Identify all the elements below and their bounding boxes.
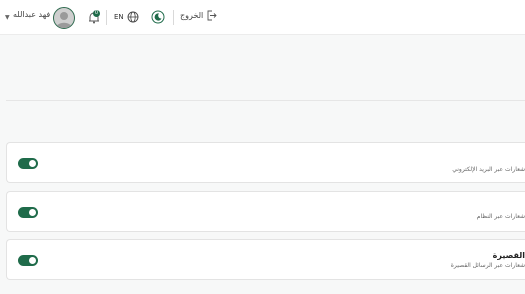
setting-title: القصيرة [492, 251, 525, 260]
system-notification-setting: شعارات عبر النظام [6, 191, 525, 232]
logout-icon [207, 10, 217, 21]
top-bar: ▼ فهد عبدالله 0 EN الخروج [0, 0, 525, 35]
chevron-down-icon[interactable]: ▼ [5, 14, 10, 21]
sms-notification-setting: القصيرة شعارات عبر الرسائل القصيرة [6, 239, 525, 280]
user-name[interactable]: فهد عبدالله [13, 10, 50, 19]
setting-description: شعارات عبر النظام [476, 213, 525, 220]
logout-button[interactable]: الخروج [180, 10, 217, 21]
language-label: EN [114, 13, 124, 21]
dark-mode-toggle[interactable] [151, 10, 165, 24]
divider [106, 10, 107, 25]
avatar-icon [56, 12, 72, 28]
email-notification-setting: شعارات عبر البريد الإلكتروني [6, 142, 525, 183]
setting-description: شعارات عبر الرسائل القصيرة [450, 262, 525, 269]
sms-notification-toggle[interactable] [18, 255, 38, 266]
logout-label: الخروج [180, 11, 204, 20]
language-switch[interactable]: EN [114, 11, 139, 23]
email-notification-toggle[interactable] [18, 158, 38, 169]
system-notification-toggle[interactable] [18, 207, 38, 218]
globe-icon [127, 11, 139, 23]
section-divider [6, 100, 525, 101]
moon-icon [151, 10, 165, 24]
setting-description: شعارات عبر البريد الإلكتروني [452, 166, 525, 173]
divider [173, 10, 174, 25]
avatar[interactable] [53, 7, 75, 29]
notification-badge: 0 [93, 10, 100, 17]
